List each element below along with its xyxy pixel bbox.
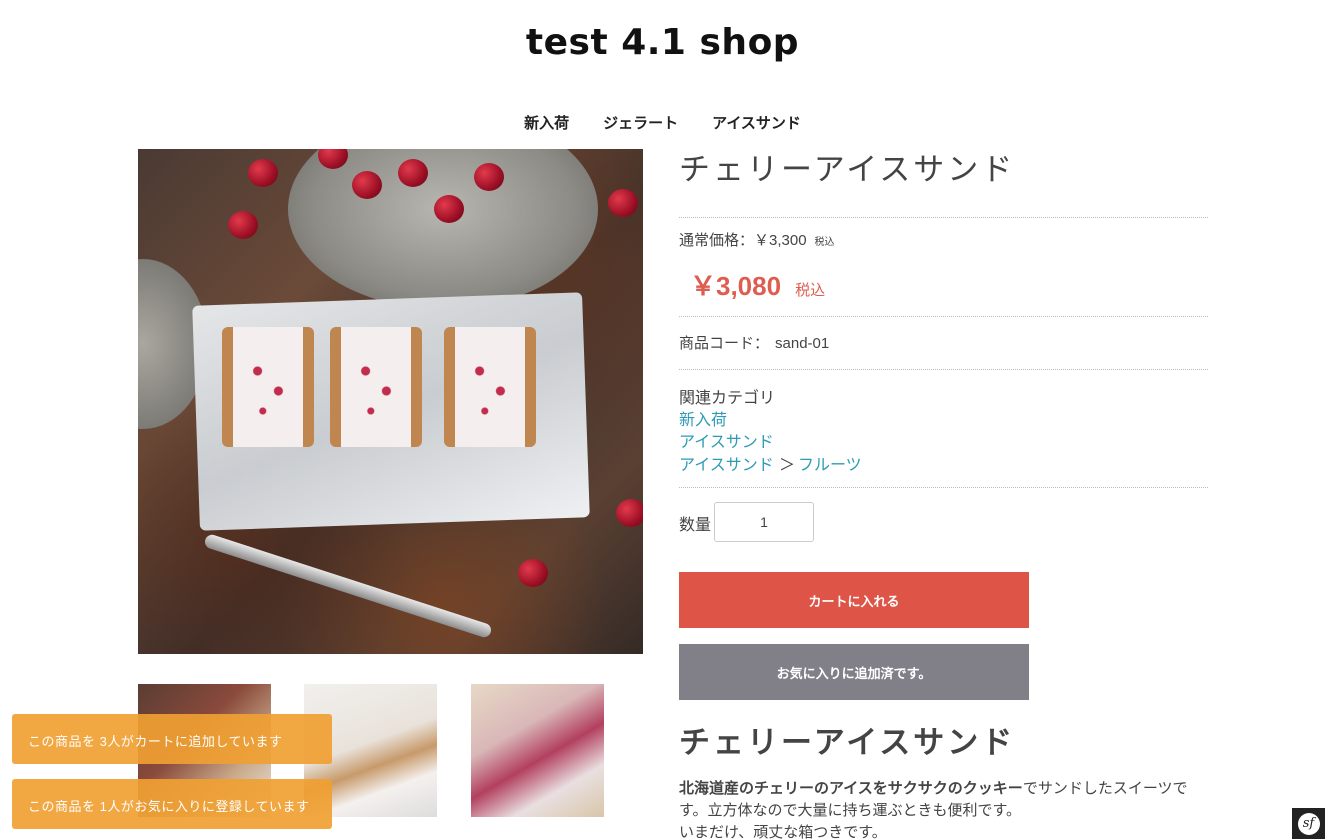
breadcrumb-separator: ＞ [779,457,796,474]
ice-sandwich-graphic [222,327,314,447]
tax-label: 税込 [795,282,826,299]
favorite-button[interactable]: お気に入りに追加済です。 [679,644,1029,700]
cherry-graphic [228,211,258,239]
nav-item-new-arrivals[interactable]: 新入荷 [524,112,569,133]
cherry-graphic [398,159,428,187]
category-link-new-arrivals[interactable]: 新入荷 [679,406,727,430]
product-description: 北海道産のチェリーのアイスをサクサクのクッキーでサンドしたスイーツです。立方体な… [679,778,1209,839]
sale-price-value: ￥3,080 [690,271,782,301]
add-to-cart-button[interactable]: カートに入れる [679,572,1029,628]
description-text-2: いまだけ、頑丈な箱つきです。 [679,824,887,839]
quantity-input[interactable] [714,502,814,542]
cherry-graphic [434,195,464,223]
cherry-graphic [608,189,638,217]
product-thumbnail[interactable] [471,684,604,817]
cherry-graphic [248,159,278,187]
cherry-graphic [352,171,382,199]
product-code-value: sand-01 [775,335,830,352]
shop-title[interactable]: test 4.1 shop [0,22,1325,63]
product-code-label: 商品コード： [679,335,770,352]
sale-price: ￥3,080 税込 [690,266,825,303]
tax-label: 税込 [814,237,835,248]
quantity-label: 数量 [679,517,712,534]
category-nav: 新入荷 ジェラート アイスサンド [0,112,1325,133]
product-name: チェリーアイスサンド [679,152,1016,188]
cart-notification: この商品を 3人がカートに追加しています [12,714,332,764]
cherry-graphic [474,163,504,191]
product-main-image [138,149,643,654]
category-link-ice-sandwich[interactable]: アイスサンド [679,428,774,452]
divider [679,217,1208,218]
scoop-graphic [203,532,493,640]
product-code: 商品コード： sand-01 [679,332,829,353]
related-categories-title: 関連カテゴリ [679,390,776,407]
description-highlight: 北海道産のチェリーのアイスをサクサクのクッキー [679,780,1023,797]
description-title: チェリーアイスサンド [679,725,1016,761]
ice-sandwich-graphic [330,327,422,447]
regular-price: 通常価格：￥3,300 税込 [679,229,835,250]
regular-price-value: 通常価格：￥3,300 [679,232,807,249]
divider [679,369,1208,370]
divider [679,487,1208,488]
cherry-graphic [518,559,548,587]
divider [679,316,1208,317]
category-link-fruit[interactable]: フルーツ [798,451,862,475]
favorite-notification: この商品を 1人がお気に入りに登録しています [12,779,332,829]
cherry-graphic [616,499,643,527]
symfony-debug-toolbar-toggle[interactable]: sf [1292,808,1325,839]
nav-item-ice-sandwich[interactable]: アイスサンド [712,112,801,133]
ice-sandwich-graphic [444,327,536,447]
plate-graphic [288,149,598,309]
category-link-ice-sandwich-parent[interactable]: アイスサンド [679,451,774,475]
nav-item-gelato[interactable]: ジェラート [603,112,678,133]
symfony-icon: sf [1297,812,1320,835]
